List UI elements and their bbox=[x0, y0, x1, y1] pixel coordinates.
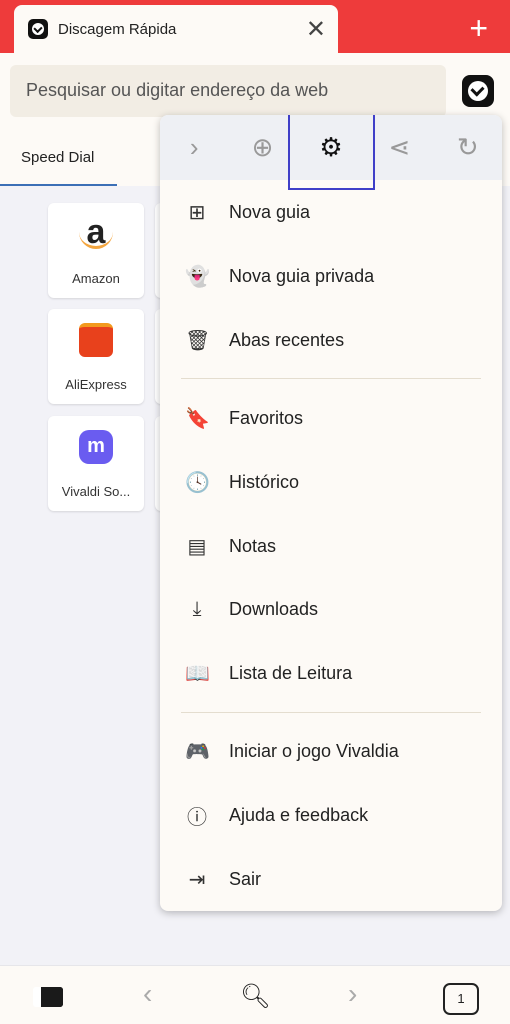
help-icon: ⓘ bbox=[187, 806, 207, 829]
menu-item-lista-de-leitura[interactable]: 📖 Lista de Leitura bbox=[160, 648, 502, 698]
divider bbox=[181, 378, 481, 379]
tab-discagem-rapida[interactable]: Discagem Rápida ✕ bbox=[14, 5, 338, 53]
menu-item-ajuda[interactable]: ⓘ Ajuda e feedback bbox=[160, 790, 502, 840]
main-menu: › ⊕ ⚙ ⋖ ↻ ⊞ Nova guia 👻 Nova guia privada … bbox=[160, 115, 502, 911]
tile-label: Vivaldi So... bbox=[61, 484, 131, 499]
menu-label: Downloads bbox=[229, 598, 319, 619]
amazon-icon: a bbox=[79, 215, 113, 249]
exit-icon: ⇥ bbox=[188, 868, 206, 891]
menu-item-vivaldia[interactable]: 🎮 Iniciar o jogo Vivaldia bbox=[160, 726, 502, 776]
menu-item-sair[interactable]: ⇥ Sair bbox=[160, 854, 502, 904]
tile-label: AliExpress bbox=[65, 377, 127, 392]
ghost-icon: 👻 bbox=[185, 265, 210, 288]
search-icon[interactable]: 🔍︎ bbox=[240, 982, 270, 1011]
menu-label: Sair bbox=[229, 868, 262, 889]
share-icon[interactable]: ⋖ bbox=[379, 132, 419, 163]
forward-icon[interactable]: › bbox=[174, 132, 214, 163]
bottom-bar: ‹ 🔍︎ › 1 bbox=[0, 965, 510, 1024]
divider bbox=[181, 712, 481, 713]
menu-item-nova-guia[interactable]: ⊞ Nova guia bbox=[160, 187, 502, 237]
download-icon[interactable]: ⊕ bbox=[243, 132, 283, 163]
plus-icon[interactable]: + bbox=[469, 10, 488, 47]
menu-label: Abas recentes bbox=[229, 329, 345, 350]
panel-icon[interactable] bbox=[33, 987, 63, 1007]
active-tab-indicator bbox=[0, 184, 117, 186]
bookmark-icon: 🔖 bbox=[185, 407, 210, 430]
menu-label: Ajuda e feedback bbox=[229, 804, 369, 825]
menu-item-historico[interactable]: 🕓 Histórico bbox=[160, 457, 502, 507]
tab-count-button[interactable]: 1 bbox=[443, 983, 479, 1015]
download-icon: ⤓ bbox=[192, 597, 202, 620]
reload-icon[interactable]: ↻ bbox=[448, 132, 488, 163]
speed-dial-tile[interactable]: m Vivaldi So... bbox=[48, 416, 144, 511]
clock-icon: 🕓 bbox=[185, 471, 210, 494]
menu-item-downloads[interactable]: ⤓ Downloads bbox=[160, 584, 502, 634]
tab-speed-dial[interactable]: Speed Dial bbox=[21, 149, 94, 166]
menu-item-nova-guia-privada[interactable]: 👻 Nova guia privada bbox=[160, 251, 502, 301]
trash-icon: 🗑 bbox=[185, 329, 211, 352]
close-icon[interactable]: ✕ bbox=[306, 15, 326, 44]
vivaldi-menu-button[interactable] bbox=[462, 75, 494, 107]
menu-item-favoritos[interactable]: 🔖 Favoritos bbox=[160, 393, 502, 443]
gamepad-icon: 🎮 bbox=[185, 740, 210, 763]
vivaldi-icon bbox=[28, 19, 48, 39]
speed-dial-tile[interactable]: AliExpress bbox=[48, 309, 144, 404]
menu-item-notas[interactable]: ▤ Notas bbox=[160, 521, 502, 571]
plus-square-icon: ⊞ bbox=[188, 201, 206, 224]
tab-title: Discagem Rápida bbox=[58, 20, 177, 38]
address-placeholder: Pesquisar ou digitar endereço da web bbox=[26, 80, 329, 100]
forward-icon[interactable]: › bbox=[348, 978, 357, 1010]
menu-label: Notas bbox=[229, 535, 277, 556]
aliexpress-icon bbox=[79, 323, 113, 357]
menu-label: Nova guia bbox=[229, 201, 311, 222]
menu-label: Lista de Leitura bbox=[229, 662, 353, 683]
menu-label: Iniciar o jogo Vivaldia bbox=[229, 740, 399, 761]
menu-label: Favoritos bbox=[229, 407, 304, 428]
menu-label: Histórico bbox=[229, 471, 300, 492]
highlight-box bbox=[288, 115, 375, 190]
address-bar[interactable]: Pesquisar ou digitar endereço da web bbox=[10, 65, 446, 117]
notes-icon: ▤ bbox=[187, 535, 207, 558]
back-icon[interactable]: ‹ bbox=[143, 978, 152, 1010]
mastodon-icon: m bbox=[79, 430, 113, 464]
tile-label: Amazon bbox=[72, 271, 120, 286]
menu-label: Nova guia privada bbox=[229, 265, 375, 286]
speed-dial-tile[interactable]: a Amazon bbox=[48, 203, 144, 298]
book-icon: 📖 bbox=[185, 662, 210, 685]
menu-item-abas-recentes[interactable]: 🗑 Abas recentes bbox=[160, 315, 502, 365]
